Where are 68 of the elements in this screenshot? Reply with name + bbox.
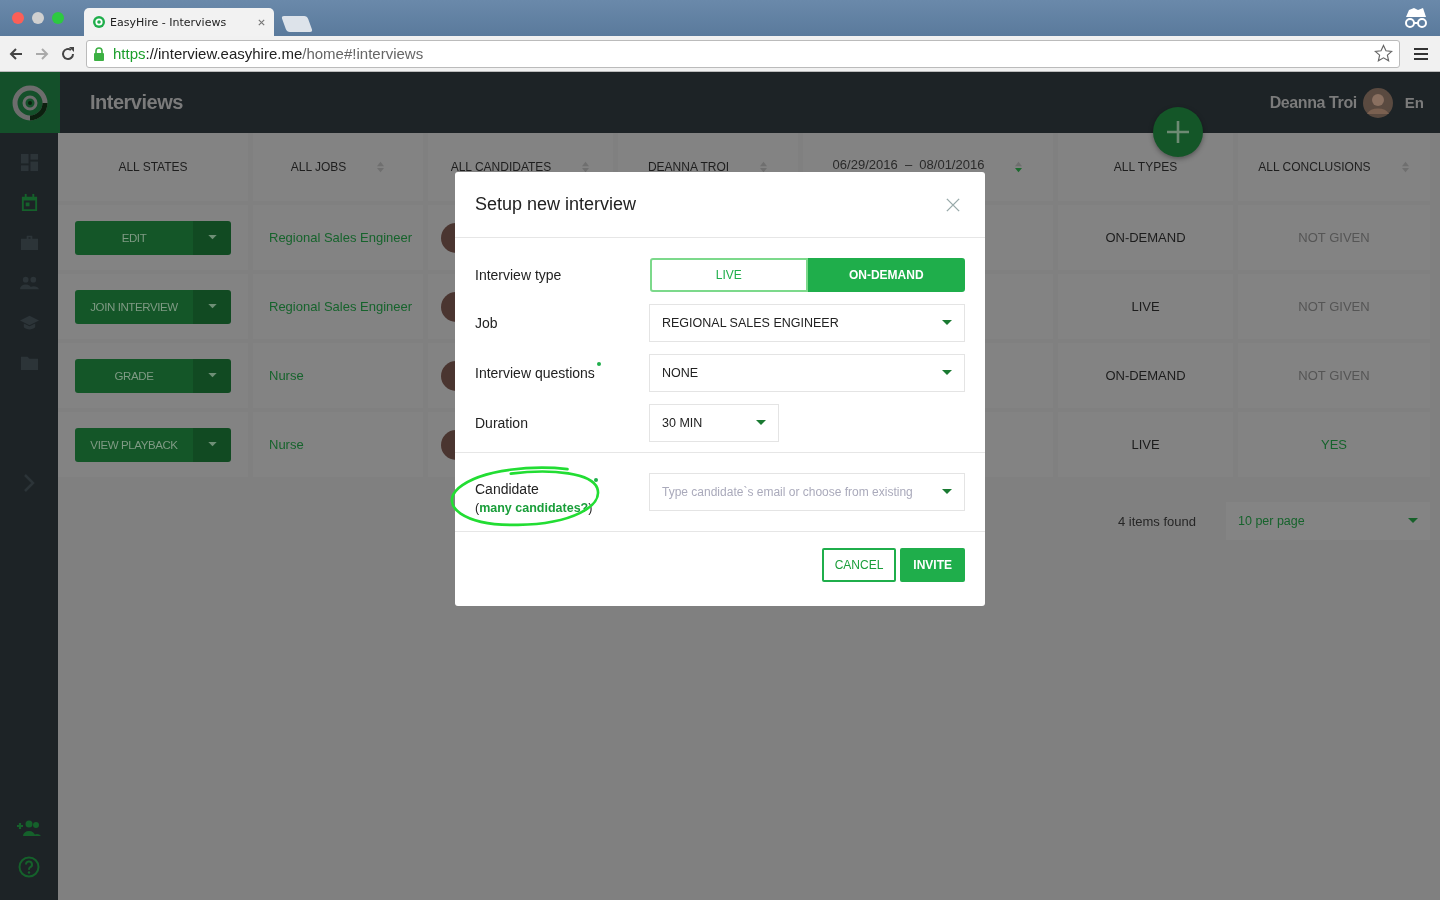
action-button[interactable]: EDIT (75, 220, 193, 255)
menu-icon[interactable] (1414, 47, 1428, 60)
job-link[interactable]: Nurse (269, 437, 304, 452)
job-link[interactable]: Regional Sales Engineer (269, 299, 413, 314)
action-menu-button[interactable] (193, 427, 231, 462)
caret-icon (756, 420, 766, 426)
calendar-icon[interactable] (19, 193, 39, 212)
avatar[interactable] (1362, 87, 1393, 118)
field-label: Candidate (475, 481, 593, 497)
close-window-button[interactable] (12, 12, 24, 24)
action-menu-button[interactable] (193, 289, 231, 324)
caret-icon (942, 489, 952, 495)
caret-icon (942, 370, 952, 376)
language-label[interactable]: En (1404, 94, 1424, 111)
field-label: Job (475, 315, 498, 331)
candidate-field[interactable]: Type candidate`s email or choose from existing (649, 473, 965, 511)
back-icon[interactable] (8, 45, 24, 62)
job-link[interactable]: Nurse (269, 368, 304, 383)
plus-icon (1166, 120, 1190, 144)
new-tab-button[interactable] (281, 16, 313, 32)
action-menu-button[interactable] (193, 358, 231, 393)
invite-button[interactable]: INVITE (900, 548, 965, 582)
action-menu-button[interactable] (193, 220, 231, 255)
caret-icon (942, 320, 952, 326)
items-count: 4 items found (1117, 513, 1196, 529)
logo-tile[interactable] (0, 72, 60, 133)
page-title: Interviews (90, 91, 183, 114)
action-button[interactable]: JOIN INTERVIEW (75, 289, 193, 324)
lock-icon (93, 46, 105, 61)
help-icon[interactable] (18, 856, 40, 878)
caret-icon (207, 235, 217, 240)
interview-type: LIVE (1131, 437, 1160, 452)
field-label: Interview questions (475, 365, 595, 381)
user-name[interactable]: Deanna Troi (1269, 93, 1357, 112)
forward-icon[interactable] (34, 45, 50, 62)
type-toggle[interactable]: LIVE (650, 258, 808, 292)
type-toggle[interactable]: ON-DEMAND (807, 258, 965, 292)
caret-icon (207, 373, 217, 378)
add-people-icon[interactable] (16, 818, 42, 838)
caret-icon (207, 442, 217, 447)
select-field[interactable]: NONE (649, 354, 965, 392)
logo-icon (92, 15, 106, 29)
field-label: Duration (475, 415, 528, 431)
conclusion: YES (1321, 437, 1347, 452)
many-candidates-link[interactable]: many candidates? (479, 501, 589, 515)
per-page-select[interactable]: 10 per page (1226, 502, 1430, 540)
cancel-button[interactable]: CANCEL (821, 548, 897, 582)
select-field[interactable]: 30 MIN (649, 404, 779, 442)
close-icon[interactable] (946, 197, 960, 212)
select-field[interactable]: REGIONAL SALES ENGINEER (649, 304, 965, 342)
field-label: Interview type (475, 267, 562, 283)
tab-title: EasyHire - Interviews (110, 15, 228, 29)
minimize-window-button[interactable] (32, 12, 44, 24)
interview-type: LIVE (1131, 299, 1160, 314)
reload-icon[interactable] (60, 45, 76, 62)
url-text: https://interview.easyhire.me/home#!interviews (113, 45, 425, 62)
close-icon[interactable] (257, 17, 266, 27)
browser-tab[interactable]: EasyHire - Interviews (84, 8, 274, 36)
bookmark-star-icon[interactable] (1374, 44, 1393, 63)
maximize-window-button[interactable] (52, 12, 64, 24)
job-link[interactable]: Regional Sales Engineer (269, 230, 413, 245)
caret-icon (1408, 518, 1418, 524)
interview-type: ON-DEMAND (1105, 368, 1186, 383)
interview-type: ON-DEMAND (1105, 230, 1186, 245)
address-field[interactable]: https://interview.easyhire.me/home#!interviews (86, 39, 1400, 68)
action-button[interactable]: GRADE (75, 358, 193, 393)
caret-icon (207, 304, 217, 309)
action-button[interactable]: VIEW PLAYBACK (75, 427, 193, 462)
